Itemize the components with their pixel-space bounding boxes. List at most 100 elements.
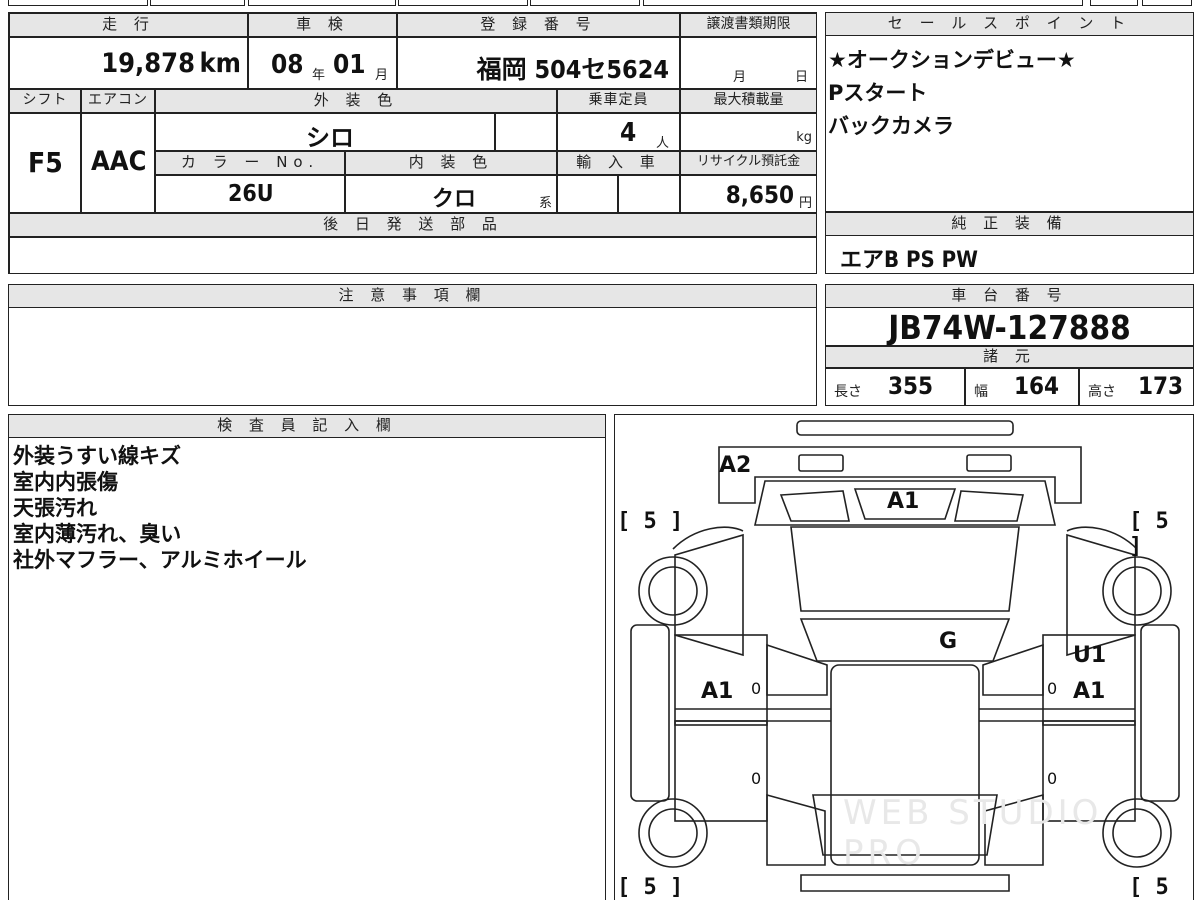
max-load-cell: kg xyxy=(680,113,817,151)
roof-panel xyxy=(790,526,1020,612)
color-no-cell: 26U xyxy=(155,175,345,213)
capacity-cell: 4 人 xyxy=(557,113,680,151)
damage-code-a1-right: A1 xyxy=(1073,679,1106,704)
aircon-cell: AAC xyxy=(81,113,155,213)
inspection-header: 車 検 xyxy=(248,13,397,37)
left-side-body xyxy=(674,533,744,657)
max-load-unit: kg xyxy=(796,130,812,145)
recycle-fee-unit: 円 xyxy=(798,196,812,211)
wheel-rear-left-inner xyxy=(648,566,698,616)
front-bumper xyxy=(800,874,1010,892)
left-hood-wing xyxy=(766,793,826,866)
mileage-unit: km xyxy=(199,48,241,79)
rear-lamp-right xyxy=(966,454,1012,472)
interior-color-unit: 系 xyxy=(538,196,552,211)
color-no-value: 26U xyxy=(228,181,274,207)
interior-color-cell: クロ 系 xyxy=(345,175,557,213)
door-mark: 0 xyxy=(1047,769,1058,788)
chassis-value: JB74W-127888 xyxy=(888,308,1131,347)
later-parts-header: 後 日 発 送 部 品 xyxy=(9,213,817,237)
damage-code-a1-left: A1 xyxy=(701,679,734,704)
tire-tread-rear-left: [ 5 ] xyxy=(617,509,684,534)
damage-code-a1-rear: A1 xyxy=(887,489,920,514)
transfer-month-unit: 月 xyxy=(733,70,747,85)
registration-header: 登 録 番 号 xyxy=(397,13,680,37)
transfer-day-unit: 日 xyxy=(794,70,808,85)
right-side-body xyxy=(1066,533,1136,657)
door-mark: 0 xyxy=(751,679,762,698)
inspection-cell: 08 年 01 月 xyxy=(248,37,397,89)
rear-window-right xyxy=(954,490,1024,522)
import-cell-b xyxy=(618,175,680,213)
mileage-value: 19,878 xyxy=(101,48,195,79)
shift-value: F5 xyxy=(28,146,63,179)
tire-tread-front-right: [ 5 ] xyxy=(1129,875,1169,900)
notes-header: 注 意 事 項 欄 xyxy=(8,284,817,308)
recycle-fee-cell: 8,650 円 xyxy=(680,175,817,213)
top-strip xyxy=(0,0,1200,8)
shift-header: シフト xyxy=(9,89,81,113)
later-parts-cell xyxy=(9,237,817,274)
inspection-year-unit: 年 xyxy=(312,68,326,83)
shift-cell: F5 xyxy=(9,113,81,213)
inspector-note-line: 室内内張傷 xyxy=(13,470,118,494)
genuine-equipment-value: エアB PS PW xyxy=(840,248,978,273)
inspector-note-line: 室内薄汚れ、臭い xyxy=(13,522,182,546)
inspector-header: 検 査 員 記 入 欄 xyxy=(8,414,606,438)
notes-box: 注 意 事 項 欄 xyxy=(8,284,817,406)
sales-point-line: Pスタート xyxy=(828,81,928,105)
right-fender-strip xyxy=(1140,624,1180,802)
capacity-value: 4 xyxy=(620,118,637,148)
interior-color-header: 内 装 色 xyxy=(345,151,557,175)
aircon-header: エアコン xyxy=(81,89,155,113)
damage-code-a2: A2 xyxy=(719,453,752,478)
spec-height-value: 173 xyxy=(1138,372,1184,400)
mileage-cell: 19,878 km xyxy=(9,37,248,89)
capacity-unit: 人 xyxy=(656,136,670,151)
rear-glass xyxy=(799,618,1011,662)
sales-point-line: ★オークションデビュー★ xyxy=(828,48,1076,72)
rear-window-left xyxy=(779,490,850,522)
inspector-note-line: 外装うすい線キズ xyxy=(13,444,181,468)
inspection-month-unit: 月 xyxy=(375,68,389,83)
vehicle-diagram-box: WEB STUDIO PRO A2 A1 G U1 A1 A1 [ 5 ] [ … xyxy=(614,414,1194,900)
door-mark: 0 xyxy=(1047,679,1058,698)
spec-length-label: 長さ xyxy=(834,384,862,400)
wheel-front-left-inner xyxy=(648,808,698,858)
max-load-header: 最大積載量 xyxy=(680,89,817,113)
inspector-note-line: 天張汚れ xyxy=(13,496,97,520)
damage-code-u1: U1 xyxy=(1073,643,1107,668)
aircon-value: AAC xyxy=(91,146,147,177)
spec-width-label: 幅 xyxy=(974,384,988,400)
spec-width-cell: 幅 164 xyxy=(965,368,1079,406)
genuine-equipment-box: 純 正 装 備 エアB PS PW xyxy=(825,212,1194,274)
rear-lamp-left xyxy=(798,454,844,472)
registration-cell: 福岡 504セ5624 xyxy=(397,37,680,89)
interior-color-value: クロ xyxy=(432,187,477,212)
damage-code-g: G xyxy=(939,629,958,654)
genuine-equipment-header: 純 正 装 備 xyxy=(825,212,1194,236)
spec-height-cell: 高さ 173 xyxy=(1079,368,1194,406)
spec-height-label: 高さ xyxy=(1088,384,1116,400)
transfer-deadline-header: 譲渡書類期限 xyxy=(680,13,817,37)
chassis-box: 車 台 番 号 JB74W-127888 xyxy=(825,284,1194,347)
exterior-color-extra-cell xyxy=(495,113,557,151)
wheel-rear-right-inner xyxy=(1112,566,1162,616)
transfer-deadline-cell: 月 日 xyxy=(680,37,817,89)
spec-width-value: 164 xyxy=(1014,372,1060,400)
inspection-year: 08 xyxy=(271,50,304,80)
inspection-month: 01 xyxy=(333,50,366,80)
exterior-color-value: シロ xyxy=(306,124,354,152)
spec-length-value: 355 xyxy=(888,372,934,400)
left-fender-strip xyxy=(630,624,670,802)
watermark: WEB STUDIO PRO xyxy=(843,793,1103,873)
mileage-header: 走 行 xyxy=(9,13,248,37)
specs-box: 諸 元 長さ 355 幅 164 高さ 173 xyxy=(825,346,1194,406)
recycle-fee-value: 8,650 xyxy=(725,181,794,209)
chassis-header: 車 台 番 号 xyxy=(825,284,1194,308)
exterior-color-header: 外 装 色 xyxy=(155,89,557,113)
color-no-header: カ ラ ー No. xyxy=(155,151,345,175)
sales-point-line: バックカメラ xyxy=(828,114,954,138)
registration-value: 福岡 504セ5624 xyxy=(476,55,669,84)
capacity-header: 乗車定員 xyxy=(557,89,680,113)
